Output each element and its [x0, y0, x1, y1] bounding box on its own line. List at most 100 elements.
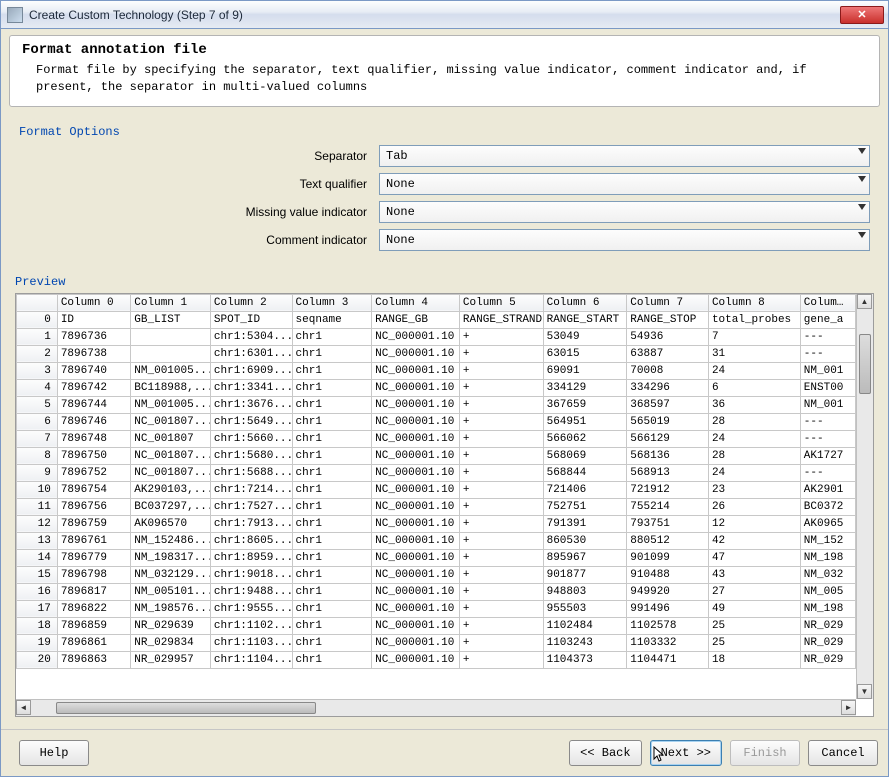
table-cell[interactable]: 564951	[543, 413, 627, 430]
table-cell[interactable]: NC_000001.10	[372, 532, 460, 549]
table-cell[interactable]: 7896863	[57, 651, 130, 668]
table-cell[interactable]: ---	[800, 430, 855, 447]
table-cell[interactable]: chr1:8959...	[210, 549, 292, 566]
table-cell[interactable]: 36	[708, 396, 800, 413]
table-cell[interactable]: +	[459, 396, 543, 413]
table-cell[interactable]: 28	[708, 413, 800, 430]
vertical-scroll-thumb[interactable]	[859, 334, 871, 394]
table-cell[interactable]: NC_000001.10	[372, 396, 460, 413]
scroll-right-arrow-icon[interactable]: ►	[841, 700, 856, 715]
table-cell[interactable]: 910488	[627, 566, 709, 583]
table-cell[interactable]: NM_198576...	[131, 600, 211, 617]
table-cell[interactable]: RANGE_STRAND	[459, 311, 543, 328]
table-cell[interactable]: chr1:7527...	[210, 498, 292, 515]
table-cell[interactable]: chr1:9555...	[210, 600, 292, 617]
table-cell[interactable]: 948803	[543, 583, 627, 600]
table-cell[interactable]: NC_001807...	[131, 464, 211, 481]
table-cell[interactable]: chr1	[292, 481, 372, 498]
table-cell[interactable]: chr1:3341...	[210, 379, 292, 396]
table-cell[interactable]: 7896759	[57, 515, 130, 532]
table-cell[interactable]: +	[459, 447, 543, 464]
table-cell[interactable]: total_probes	[708, 311, 800, 328]
table-cell[interactable]: chr1	[292, 515, 372, 532]
table-cell[interactable]: chr1	[292, 634, 372, 651]
table-cell[interactable]: +	[459, 498, 543, 515]
table-cell[interactable]: chr1	[292, 345, 372, 362]
table-cell[interactable]: chr1	[292, 583, 372, 600]
table-cell[interactable]: chr1	[292, 328, 372, 345]
table-cell[interactable]: +	[459, 430, 543, 447]
table-cell[interactable]: 565019	[627, 413, 709, 430]
table-cell[interactable]	[131, 328, 211, 345]
table-cell[interactable]: BC037297,...	[131, 498, 211, 515]
table-cell[interactable]: NR_029639	[131, 617, 211, 634]
table-cell[interactable]: NM_001	[800, 362, 855, 379]
table-cell[interactable]: 63887	[627, 345, 709, 362]
scroll-up-arrow-icon[interactable]: ▲	[857, 294, 872, 309]
table-cell[interactable]: 568913	[627, 464, 709, 481]
table-cell[interactable]: 721406	[543, 481, 627, 498]
table-cell[interactable]: RANGE_START	[543, 311, 627, 328]
missing-value-select[interactable]: None	[379, 201, 870, 223]
table-cell[interactable]: 568844	[543, 464, 627, 481]
table-cell[interactable]: chr1	[292, 447, 372, 464]
table-cell[interactable]: 566129	[627, 430, 709, 447]
table-cell[interactable]: NC_000001.10	[372, 515, 460, 532]
table-cell[interactable]: 43	[708, 566, 800, 583]
table-cell[interactable]: NC_000001.10	[372, 447, 460, 464]
table-cell[interactable]: NM_152486...	[131, 532, 211, 549]
table-cell[interactable]: AK1727	[800, 447, 855, 464]
column-header[interactable]: Column 1	[131, 294, 211, 311]
table-cell[interactable]: NM_005101...	[131, 583, 211, 600]
table-cell[interactable]: NC_000001.10	[372, 549, 460, 566]
table-row[interactable]: 107896754AK290103,...chr1:7214...chr1NC_…	[17, 481, 856, 498]
table-cell[interactable]: 991496	[627, 600, 709, 617]
table-cell[interactable]: gene_a	[800, 311, 855, 328]
table-cell[interactable]: NR_029957	[131, 651, 211, 668]
table-cell[interactable]: NC_000001.10	[372, 498, 460, 515]
table-cell[interactable]: NC_000001.10	[372, 651, 460, 668]
table-cell[interactable]: +	[459, 515, 543, 532]
table-cell[interactable]: NC_001807...	[131, 447, 211, 464]
table-cell[interactable]: GB_LIST	[131, 311, 211, 328]
table-cell[interactable]: NC_000001.10	[372, 328, 460, 345]
table-cell[interactable]: 7896744	[57, 396, 130, 413]
table-cell[interactable]: NM_001	[800, 396, 855, 413]
table-cell[interactable]: NM_005	[800, 583, 855, 600]
table-cell[interactable]: 7896761	[57, 532, 130, 549]
table-cell[interactable]: +	[459, 328, 543, 345]
table-cell[interactable]: 26	[708, 498, 800, 515]
table-cell[interactable]: 791391	[543, 515, 627, 532]
table-row[interactable]: 177896822NM_198576...chr1:9555...chr1NC_…	[17, 600, 856, 617]
table-cell[interactable]: 7896779	[57, 549, 130, 566]
table-cell[interactable]: 949920	[627, 583, 709, 600]
table-cell[interactable]: 7896861	[57, 634, 130, 651]
table-row[interactable]: 17896736chr1:5304...chr1NC_000001.10+530…	[17, 328, 856, 345]
table-row[interactable]: 77896748NC_001807chr1:5660...chr1NC_0000…	[17, 430, 856, 447]
column-header[interactable]: Column 8	[708, 294, 800, 311]
table-cell[interactable]: 42	[708, 532, 800, 549]
table-cell[interactable]: SPOT_ID	[210, 311, 292, 328]
table-cell[interactable]: 955503	[543, 600, 627, 617]
table-cell[interactable]: 31	[708, 345, 800, 362]
table-row[interactable]: 97896752NC_001807...chr1:5688...chr1NC_0…	[17, 464, 856, 481]
table-cell[interactable]: 334296	[627, 379, 709, 396]
table-cell[interactable]: RANGE_GB	[372, 311, 460, 328]
table-cell[interactable]: NM_032	[800, 566, 855, 583]
horizontal-scroll-thumb[interactable]	[56, 702, 316, 714]
table-cell[interactable]: NM_032129...	[131, 566, 211, 583]
table-cell[interactable]: NC_000001.10	[372, 566, 460, 583]
table-cell[interactable]: 7896817	[57, 583, 130, 600]
table-cell[interactable]: +	[459, 583, 543, 600]
table-row[interactable]: 57896744NM_001005...chr1:3676...chr1NC_0…	[17, 396, 856, 413]
column-header[interactable]: Colum…	[800, 294, 855, 311]
table-row[interactable]: 0IDGB_LISTSPOT_IDseqnameRANGE_GBRANGE_ST…	[17, 311, 856, 328]
table-row[interactable]: 117896756BC037297,...chr1:7527...chr1NC_…	[17, 498, 856, 515]
table-cell[interactable]: ---	[800, 345, 855, 362]
table-cell[interactable]: ---	[800, 328, 855, 345]
table-cell[interactable]: 25	[708, 634, 800, 651]
table-cell[interactable]: 334129	[543, 379, 627, 396]
table-cell[interactable]: chr1	[292, 566, 372, 583]
table-row[interactable]: 47896742BC118988,...chr1:3341...chr1NC_0…	[17, 379, 856, 396]
table-cell[interactable]: BC118988,...	[131, 379, 211, 396]
